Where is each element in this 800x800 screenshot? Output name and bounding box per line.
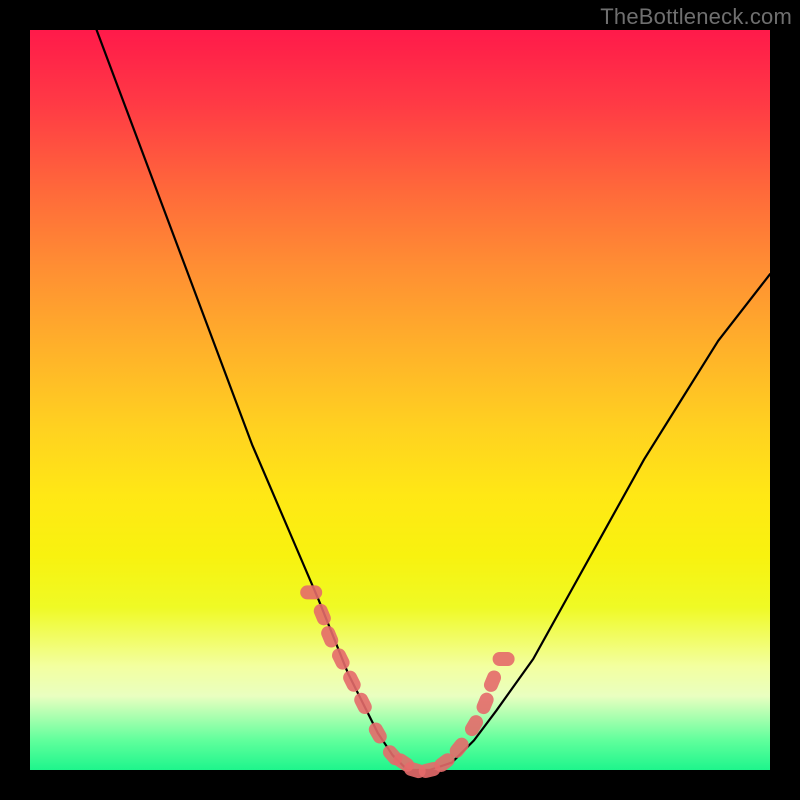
marker-dot	[366, 720, 389, 746]
chart-svg	[30, 30, 770, 770]
marker-dot	[312, 602, 333, 628]
marker-dot	[474, 691, 495, 717]
marker-dot	[462, 713, 485, 739]
marker-dots-group	[300, 585, 514, 779]
chart-plot-area	[30, 30, 770, 770]
marker-dot	[352, 690, 374, 716]
marker-dot	[493, 652, 515, 666]
chart-frame: TheBottleneck.com	[0, 0, 800, 800]
marker-dot	[330, 646, 352, 672]
bottleneck-curve-line	[97, 30, 770, 770]
marker-dot	[341, 668, 363, 694]
watermark-text: TheBottleneck.com	[600, 4, 792, 30]
marker-dot	[482, 668, 503, 694]
marker-dot	[300, 585, 322, 599]
